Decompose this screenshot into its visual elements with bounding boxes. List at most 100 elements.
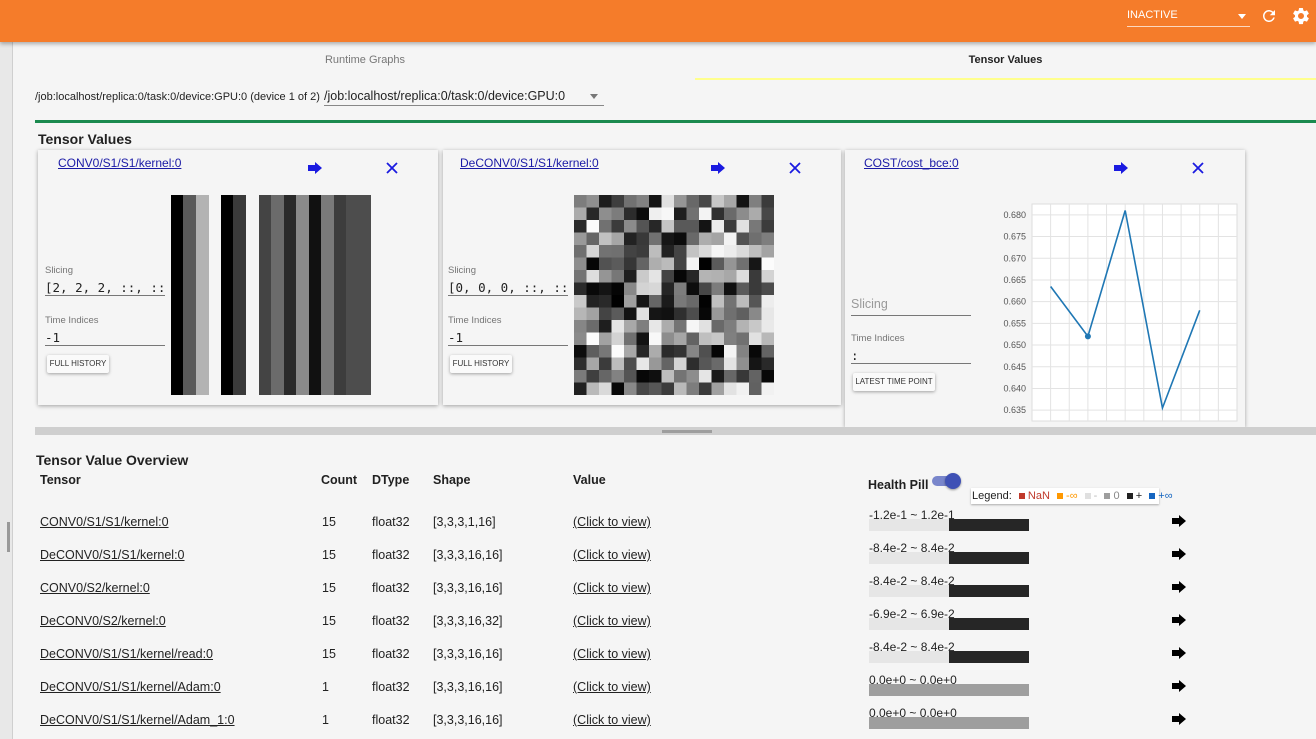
tensor-dtype: float32 — [372, 614, 410, 628]
health-pill-label: Health Pill — [868, 478, 929, 492]
y-tick-label: 0.655 — [1003, 318, 1026, 328]
tensor-count: 15 — [322, 614, 336, 628]
time-indices-input[interactable]: -1 — [45, 330, 165, 346]
slicing-label: Slicing — [448, 265, 476, 276]
arrow-right-icon[interactable] — [1172, 548, 1186, 560]
tensor-count: 15 — [322, 515, 336, 529]
tensor-name-link[interactable]: DeCONV0/S1/S1/kernel/Adam:0 — [40, 680, 221, 694]
close-icon[interactable] — [788, 161, 802, 175]
legend-pos-inf: +∞ — [1158, 490, 1173, 502]
full-history-button[interactable]: FULL HISTORY — [450, 355, 512, 373]
arrow-right-icon[interactable] — [1114, 162, 1128, 174]
divider-grip[interactable] — [662, 430, 712, 433]
health-pill-bar — [869, 717, 1029, 729]
health-pill-bar — [869, 651, 1029, 663]
arrow-right-icon[interactable] — [1172, 614, 1186, 626]
health-pill-bar — [869, 618, 1029, 630]
toggle-knob[interactable] — [945, 473, 961, 489]
tensor-name-link[interactable]: DeCONV0/S1/S1/kernel/Adam_1:0 — [40, 713, 235, 727]
device-select[interactable]: /job:localhost/replica:0/task:0/device:G… — [324, 87, 604, 106]
legend-pos: + — [1135, 490, 1143, 502]
tensor-values-title: Tensor Values — [38, 131, 132, 147]
click-to-view-link[interactable]: (Click to view) — [573, 647, 651, 661]
tensor-name-link[interactable]: CONV0/S1/S1/kernel:0 — [40, 515, 169, 529]
health-pill-legend: Legend: NaN -∞ - 0 + +∞ — [971, 488, 1173, 504]
column-header-shape: Shape — [433, 473, 471, 487]
tab-bar: Runtime Graphs Tensor Values — [35, 42, 1316, 82]
session-status-value: INACTIVE — [1127, 9, 1178, 21]
full-history-button[interactable]: FULL HISTORY — [47, 355, 109, 373]
slicing-input[interactable]: [0, 0, 0, ::, ::] — [448, 280, 568, 296]
tab-runtime-graphs[interactable]: Runtime Graphs — [35, 42, 695, 80]
tensor-name-link[interactable]: DeCONV0/S1/S1/kernel:0 — [40, 548, 185, 562]
column-header-dtype: DType — [372, 473, 410, 487]
tensor-shape: [3,3,3,16,16] — [433, 680, 503, 694]
arrow-right-icon[interactable] — [1172, 680, 1186, 692]
resizable-divider — [35, 427, 1316, 435]
tensor-card-title[interactable]: DeCONV0/S1/S1/kernel:0 — [460, 156, 599, 170]
arrow-right-icon[interactable] — [1172, 647, 1186, 659]
click-to-view-link[interactable]: (Click to view) — [573, 614, 651, 628]
slicing-input[interactable]: [2, 2, 2, ::, ::] — [45, 280, 165, 296]
health-pill-positive-segment — [949, 585, 1029, 597]
tensor-count: 1 — [322, 713, 329, 727]
time-indices-input[interactable]: -1 — [448, 330, 568, 346]
click-to-view-link[interactable]: (Click to view) — [573, 515, 651, 529]
data-point — [1084, 333, 1091, 340]
tensor-count: 15 — [322, 647, 336, 661]
tensor-card: CONV0/S1/S1/kernel:0 Slicing [2, 2, 2, :… — [38, 150, 438, 405]
overview-title: Tensor Value Overview — [36, 452, 189, 468]
y-tick-label: 0.650 — [1003, 340, 1026, 350]
arrow-right-icon[interactable] — [1172, 581, 1186, 593]
tensor-name-link[interactable]: CONV0/S2/kernel:0 — [40, 581, 150, 595]
tensor-dtype: float32 — [372, 515, 410, 529]
close-icon[interactable] — [385, 161, 399, 175]
legend-pos-inf-swatch — [1149, 493, 1156, 499]
y-tick-label: 0.660 — [1003, 297, 1026, 307]
health-pill-bar — [869, 552, 1029, 564]
arrow-right-icon[interactable] — [1172, 515, 1186, 527]
arrow-right-icon[interactable] — [1172, 713, 1186, 725]
y-tick-label: 0.635 — [1003, 405, 1026, 415]
tensor-name-link[interactable]: DeCONV0/S2/kernel:0 — [40, 614, 166, 628]
reload-icon[interactable] — [1260, 7, 1278, 25]
health-pill-positive-segment — [949, 651, 1029, 663]
y-tick-label: 0.645 — [1003, 362, 1026, 372]
tensor-dtype: float32 — [372, 548, 410, 562]
tensor-card: COST/cost_bce:0 Slicing Time Indices : L… — [845, 150, 1245, 427]
slicing-label: Slicing — [45, 265, 73, 276]
y-tick-label: 0.665 — [1003, 275, 1026, 285]
latest-time-point-button[interactable]: LATEST TIME POINT — [853, 373, 935, 391]
tensor-count: 15 — [322, 581, 336, 595]
y-tick-label: 0.675 — [1003, 232, 1026, 242]
legend-neg: - — [1093, 490, 1098, 502]
click-to-view-link[interactable]: (Click to view) — [573, 581, 651, 595]
column-header-tensor: Tensor — [40, 473, 81, 487]
selected-tab-indicator — [695, 78, 1316, 80]
left-panel-edge — [0, 42, 13, 739]
click-to-view-link[interactable]: (Click to view) — [573, 713, 651, 727]
tensor-dtype: float32 — [372, 647, 410, 661]
gear-icon[interactable] — [1291, 6, 1311, 26]
slicing-input[interactable]: Slicing — [851, 297, 971, 316]
tensor-card-title[interactable]: CONV0/S1/S1/kernel:0 — [58, 156, 181, 170]
legend-zero: 0 — [1113, 490, 1120, 502]
tensor-count: 1 — [322, 680, 329, 694]
tensor-card-title[interactable]: COST/cost_bce:0 — [864, 156, 959, 170]
arrow-right-icon[interactable] — [308, 162, 322, 174]
time-indices-input[interactable]: : — [851, 348, 971, 364]
top-app-bar: INACTIVE — [0, 0, 1316, 42]
legend-label: Legend: — [972, 490, 1012, 502]
legend-neg-inf-swatch — [1056, 493, 1063, 499]
tab-tensor-values[interactable]: Tensor Values — [695, 42, 1316, 80]
click-to-view-link[interactable]: (Click to view) — [573, 548, 651, 562]
arrow-right-icon[interactable] — [711, 162, 725, 174]
close-icon[interactable] — [1191, 161, 1205, 175]
tensor-shape: [3,3,3,1,16] — [433, 515, 496, 529]
click-to-view-link[interactable]: (Click to view) — [573, 680, 651, 694]
resize-handle[interactable] — [7, 522, 10, 552]
chevron-down-icon — [1238, 14, 1246, 19]
column-header-value: Value — [573, 473, 606, 487]
session-status-select[interactable]: INACTIVE — [1127, 6, 1250, 27]
tensor-name-link[interactable]: DeCONV0/S1/S1/kernel/read:0 — [40, 647, 213, 661]
